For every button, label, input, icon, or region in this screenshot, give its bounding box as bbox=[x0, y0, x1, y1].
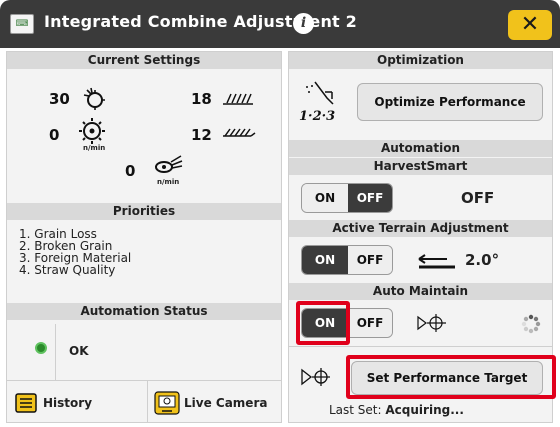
automation-status-header: Automation Status bbox=[7, 303, 281, 320]
auto-maintain-divider bbox=[289, 346, 552, 347]
chopper-icon bbox=[155, 155, 183, 173]
terrain-angle-icon bbox=[418, 254, 455, 269]
last-set-value: Acquiring... bbox=[385, 403, 464, 417]
status-indicator-icon bbox=[35, 342, 47, 354]
priority-item-4: 4. Straw Quality bbox=[19, 263, 116, 277]
history-label: History bbox=[43, 396, 93, 410]
auto-maintain-on-highlight bbox=[296, 301, 350, 345]
info-icon[interactable]: i bbox=[293, 13, 314, 34]
priorities-header: Priorities bbox=[7, 203, 281, 220]
harvestsmart-off-option[interactable]: OFF bbox=[348, 184, 392, 212]
chopper-speed-value: 0 bbox=[125, 162, 136, 180]
harvestsmart-on-option[interactable]: ON bbox=[302, 184, 348, 212]
harvestsmart-toggle[interactable]: ON OFF bbox=[301, 183, 393, 213]
fan-icon bbox=[79, 118, 105, 144]
current-settings-header: Current Settings bbox=[7, 52, 281, 69]
target-icon bbox=[417, 314, 446, 332]
sieve-icon bbox=[223, 128, 256, 137]
active-terrain-off-option[interactable]: OFF bbox=[348, 246, 392, 274]
active-terrain-header: Active Terrain Adjustment bbox=[289, 220, 552, 237]
optimize-icon: 1·2·3 bbox=[299, 81, 335, 122]
rotor-speed-icon bbox=[83, 87, 105, 110]
sieve-value: 12 bbox=[191, 126, 212, 144]
close-button[interactable]: ✕ bbox=[508, 10, 552, 40]
app-icon: ⌨ bbox=[10, 14, 34, 34]
optimize-performance-button[interactable]: Optimize Performance bbox=[357, 83, 543, 121]
rotor-speed-value: 30 bbox=[49, 90, 70, 108]
app-window: ⌨ Integrated Combine Adjustment 2 i ✕ Cu… bbox=[0, 0, 560, 427]
terrain-angle-value: 2.0° bbox=[465, 251, 500, 269]
harvestsmart-state: OFF bbox=[461, 189, 495, 207]
auto-maintain-header: Auto Maintain bbox=[289, 283, 552, 300]
harvestsmart-header: HarvestSmart bbox=[289, 158, 552, 175]
set-performance-target-highlight bbox=[346, 355, 556, 399]
svg-text:1·2·3: 1·2·3 bbox=[299, 109, 335, 122]
title-bar: ⌨ Integrated Combine Adjustment 2 i ✕ bbox=[0, 0, 560, 48]
concave-icon bbox=[223, 93, 253, 105]
fan-unit: n/min bbox=[83, 144, 106, 152]
concave-value: 18 bbox=[191, 90, 212, 108]
active-terrain-toggle[interactable]: ON OFF bbox=[301, 245, 393, 275]
last-set-label: Last Set: bbox=[329, 403, 382, 417]
fan-speed-value: 0 bbox=[49, 126, 60, 144]
loading-spinner-icon bbox=[521, 314, 541, 334]
camera-icon bbox=[154, 391, 180, 415]
automation-header: Automation bbox=[289, 140, 552, 157]
active-terrain-on-option[interactable]: ON bbox=[302, 246, 348, 274]
last-set-line: Last Set: Acquiring... bbox=[329, 403, 464, 417]
history-button[interactable]: History bbox=[7, 381, 145, 422]
live-camera-button[interactable]: Live Camera bbox=[148, 381, 281, 422]
status-text: OK bbox=[69, 344, 89, 358]
history-icon bbox=[15, 393, 37, 413]
performance-target-icon bbox=[301, 368, 330, 386]
live-camera-label: Live Camera bbox=[184, 396, 268, 410]
left-panel: Current Settings 30 18 0 n/min 12 0 n/mi… bbox=[6, 51, 282, 423]
optimization-header: Optimization bbox=[289, 52, 552, 69]
chopper-unit: n/min bbox=[157, 178, 180, 186]
auto-maintain-off-option[interactable]: OFF bbox=[348, 309, 392, 337]
status-divider bbox=[55, 324, 56, 380]
